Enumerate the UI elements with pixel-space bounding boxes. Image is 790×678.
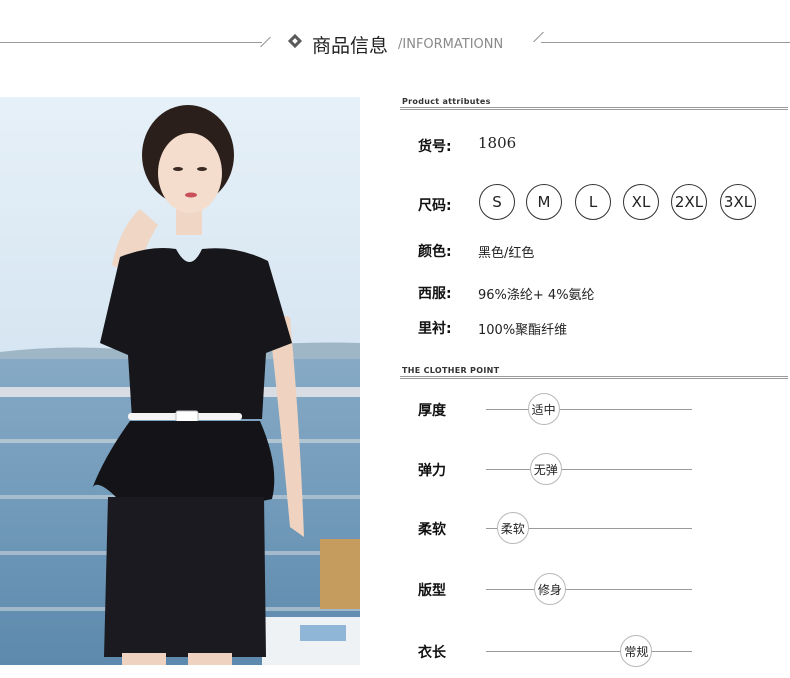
point-track — [486, 409, 692, 410]
point-marker: 柔软 — [496, 512, 529, 544]
size-label: 尺码: — [418, 198, 452, 214]
product-photo — [0, 97, 360, 665]
suit-material-value: 96%涤纶+ 4%氨纶 — [478, 288, 595, 303]
point-label: 衣长 — [418, 645, 446, 661]
color-value: 黑色/红色 — [478, 246, 535, 261]
lining-label: 里衬: — [418, 321, 452, 337]
point-track — [486, 469, 692, 470]
header-rule-right — [541, 42, 790, 43]
size-option-m[interactable]: M — [526, 184, 562, 220]
point-marker: 无弹 — [529, 453, 562, 485]
size-option-s[interactable]: S — [479, 184, 515, 220]
header-slash-right — [533, 31, 544, 43]
lining-value: 100%聚酯纤维 — [478, 323, 568, 338]
diamond-icon — [287, 33, 303, 49]
point-track — [486, 651, 692, 652]
size-option-xl[interactable]: XL — [623, 184, 659, 220]
size-option-l[interactable]: L — [575, 184, 611, 220]
point-track — [486, 589, 692, 590]
point-label: 弹力 — [418, 463, 446, 479]
size-option-3xl[interactable]: 3XL — [720, 184, 756, 220]
point-label: 版型 — [418, 583, 446, 599]
item-no-value: 1806 — [478, 134, 517, 152]
item-no-label: 货号: — [418, 139, 452, 155]
header-rule-left — [0, 42, 262, 43]
point-label: 柔软 — [418, 522, 446, 538]
points-section-title: THE CLOTHER POINT — [402, 366, 500, 375]
point-marker: 常规 — [620, 635, 653, 667]
attributes-section-rule — [400, 107, 788, 110]
point-marker: 适中 — [527, 393, 560, 425]
attributes-section-title: Product attributes — [402, 97, 491, 106]
point-label: 厚度 — [418, 403, 446, 419]
header-title: 商品信息 — [312, 35, 389, 57]
header-subtitle: /INFORMATIONN — [398, 37, 504, 52]
suit-material-label: 西服: — [418, 286, 452, 302]
size-option-2xl[interactable]: 2XL — [671, 184, 707, 220]
points-section-rule — [400, 376, 788, 379]
color-label: 颜色: — [418, 244, 452, 260]
point-marker: 修身 — [533, 573, 566, 605]
